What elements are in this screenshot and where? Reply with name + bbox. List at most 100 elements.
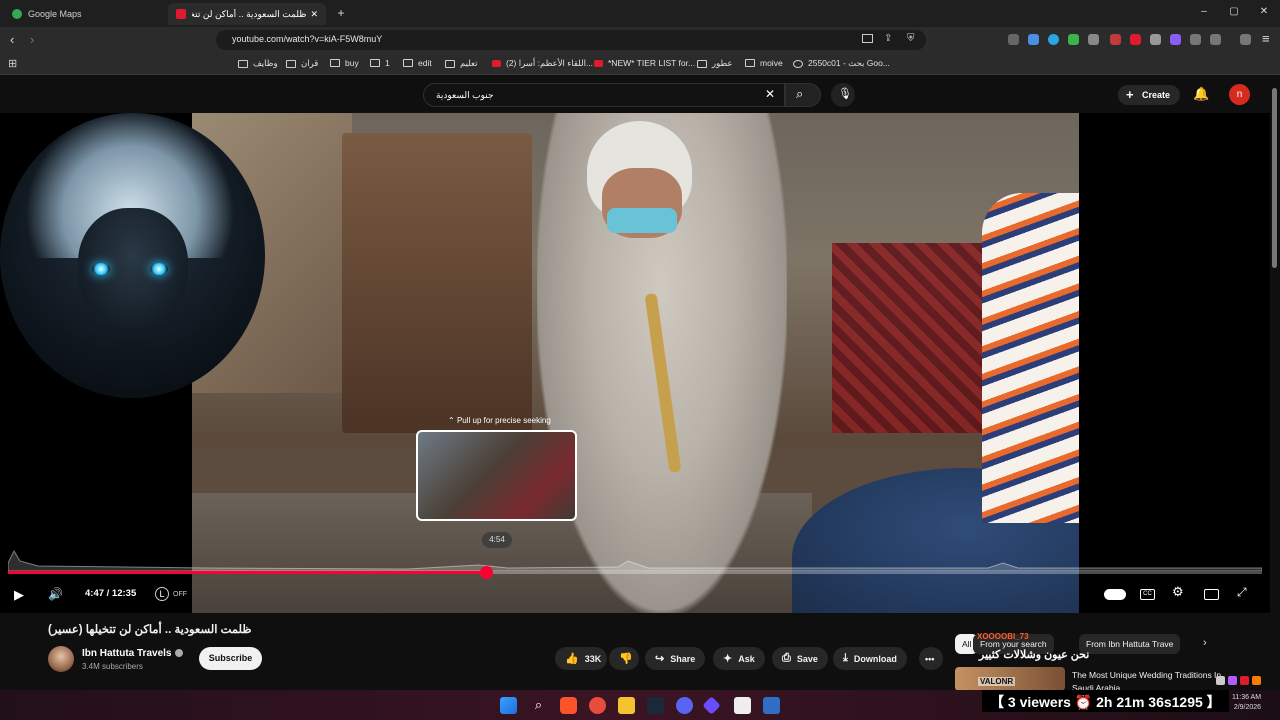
more-actions-button[interactable]: ••• <box>919 647 943 670</box>
bookmark-item[interactable]: *NEW* TIER LIST for... <box>594 58 695 68</box>
bookmark-icon: ⎙ <box>782 652 791 664</box>
language-reactor-icon[interactable]: L <box>155 587 169 601</box>
bookmark-item[interactable]: عطور <box>697 58 733 69</box>
file-explorer-icon[interactable] <box>618 697 635 714</box>
share-page-icon[interactable]: ⇪ <box>884 33 892 44</box>
share-arrow-icon: ↪ <box>655 653 665 665</box>
extension-icon[interactable] <box>1088 34 1099 45</box>
subscribe-button[interactable]: Subscribe <box>199 647 262 670</box>
tab-label: ظلمت السعودية .. أماكن لن تتخيلها ( <box>191 8 307 19</box>
menu-icon[interactable]: ≡ <box>1262 31 1270 46</box>
bookmark-item[interactable]: تعليم <box>445 58 478 69</box>
share-button[interactable]: ↪ Share <box>645 647 706 670</box>
extension-icon[interactable] <box>1028 34 1039 45</box>
download-button[interactable]: ⤓ Download <box>833 647 907 670</box>
bookmark-item[interactable]: وظايف <box>238 58 278 69</box>
app-icon[interactable] <box>734 697 751 714</box>
volume-icon[interactable]: 🔊 <box>48 587 63 601</box>
discord-icon[interactable] <box>676 697 693 714</box>
search-icon: ⌕ <box>796 86 804 101</box>
page-scrollbar[interactable] <box>1272 88 1277 268</box>
extension-icon[interactable] <box>1068 34 1079 45</box>
fullscreen-icon[interactable]: ⤢ <box>1237 585 1247 600</box>
channel-name[interactable]: Ibn Hattuta Travels <box>82 648 171 659</box>
close-tab-icon[interactable]: ✕ <box>310 9 318 20</box>
bookmark-item[interactable]: (2) اللقاء الأعظم: أسرا... <box>492 58 593 69</box>
youtube-header: جنوب السعودية ✕ ⌕ 🎙 + Create 🔔 n <box>0 75 1280 113</box>
sparkle-icon: ✦ <box>723 653 733 665</box>
apps-grid-icon[interactable]: ⊞ <box>8 57 17 70</box>
extensions-puzzle-icon[interactable] <box>1190 34 1201 45</box>
account-avatar[interactable]: n <box>1229 84 1250 105</box>
more-dots-icon: ••• <box>925 653 935 664</box>
audio-icon[interactable] <box>1008 34 1019 45</box>
miniplayer-icon[interactable] <box>1204 589 1219 600</box>
like-button[interactable]: 👍 33K <box>555 647 607 670</box>
extension-icon[interactable] <box>1048 34 1059 45</box>
voice-search-button[interactable]: 🎙 <box>831 83 855 107</box>
browser-tab-strip: Google Maps ظلمت السعودية .. أماكن لن تت… <box>0 0 1280 27</box>
brave-browser-icon[interactable] <box>560 697 577 714</box>
extension-icon[interactable] <box>1150 34 1161 45</box>
bookmark-item[interactable]: قران <box>286 58 318 69</box>
extension-icon[interactable] <box>1130 34 1141 45</box>
video-player[interactable]: ⌃ Pull up for precise seeking 4:54 ▶ 🔊 4… <box>0 113 1270 613</box>
play-icon[interactable]: ▶ <box>14 587 24 603</box>
thumbs-up-icon: 👍 <box>565 653 579 665</box>
tab-youtube-video[interactable]: ظلمت السعودية .. أماكن لن تتخيلها ( ✕ <box>168 3 326 25</box>
app-icon[interactable] <box>589 697 606 714</box>
video-frame[interactable] <box>192 113 1079 613</box>
forward-icon[interactable]: › <box>30 32 34 47</box>
search-input[interactable]: جنوب السعودية <box>423 83 785 107</box>
shield-icon[interactable]: ⛨ <box>907 33 915 44</box>
youtube-icon <box>594 59 603 67</box>
create-label: Create <box>1142 90 1171 100</box>
minimize-icon[interactable]: – <box>1197 6 1211 17</box>
extension-icon[interactable] <box>1170 34 1181 45</box>
url-field[interactable]: youtube.com/watch?v=kiA-F5W8muY <box>216 30 926 50</box>
app-icon[interactable] <box>763 697 780 714</box>
bookmark-item[interactable]: buy <box>330 58 359 68</box>
clock-time: 11:36 AM <box>1232 694 1262 701</box>
bookmark-item[interactable]: 2550c01 - بحث Goo... <box>793 58 890 69</box>
dislike-button[interactable]: 👎 <box>609 647 639 670</box>
channel-avatar[interactable] <box>48 646 74 672</box>
steam-icon[interactable] <box>647 697 664 714</box>
scrubber-handle[interactable] <box>479 566 493 579</box>
create-button[interactable]: + Create <box>1118 85 1180 105</box>
streamer-webcam-overlay <box>0 113 265 398</box>
close-window-icon[interactable]: ✕ <box>1257 6 1271 17</box>
clear-search-icon[interactable]: ✕ <box>765 87 775 101</box>
tab-google-maps[interactable]: Google Maps <box>4 3 164 25</box>
bookmark-item[interactable]: moive <box>745 58 783 68</box>
search-button[interactable]: ⌕ <box>785 83 821 107</box>
settings-gear-icon[interactable]: ⚙ <box>1172 584 1184 600</box>
bookmark-item[interactable]: edit <box>403 58 432 68</box>
notifications-bell-icon[interactable]: 🔔 <box>1193 86 1209 102</box>
screenshot-icon[interactable] <box>862 34 873 43</box>
folder-icon <box>697 59 707 68</box>
chips-next-icon[interactable]: › <box>1203 637 1207 649</box>
progress-bar[interactable] <box>8 566 1262 579</box>
start-windows-icon[interactable] <box>500 697 517 714</box>
chat-username: XOOOOBI_73 <box>977 632 1029 641</box>
chip-from-channel[interactable]: From Ibn Hattuta Trave <box>1079 634 1181 654</box>
bookmarks-bar: ⊞ وظايف قران buy 1 edit تعليم (2) اللقاء… <box>0 53 1280 75</box>
sidebar-icon[interactable] <box>1210 34 1221 45</box>
plus-icon: + <box>1126 87 1134 102</box>
back-icon[interactable]: ‹ <box>10 32 14 47</box>
new-tab-button[interactable]: + <box>334 6 348 20</box>
taskbar-clock: 11:36 AM 2/9/2026 <box>1232 693 1261 713</box>
ask-button[interactable]: ✦ Ask <box>713 647 765 670</box>
captions-icon[interactable]: CC <box>1140 589 1155 600</box>
media-icon[interactable] <box>1240 34 1251 45</box>
bookmark-item[interactable]: 1 <box>370 58 390 68</box>
maximize-icon[interactable]: ▢ <box>1227 6 1241 17</box>
extension-icon[interactable] <box>1110 34 1121 45</box>
autoplay-toggle[interactable] <box>1104 589 1126 600</box>
maps-favicon-icon <box>12 9 22 19</box>
save-button[interactable]: ⎙ Save <box>772 647 828 670</box>
taskbar-search-icon[interactable]: ⌕ <box>530 697 547 714</box>
language-reactor-status: OFF <box>173 591 187 598</box>
tab-label: Google Maps <box>28 9 82 19</box>
